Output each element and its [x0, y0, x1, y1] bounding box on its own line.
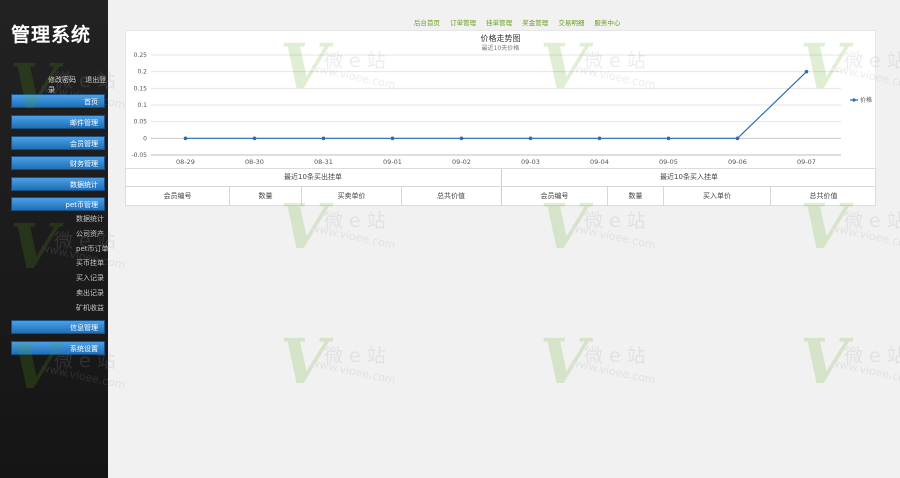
y-tick-label: 0 [143, 135, 147, 142]
sidebar: 管理系统 修改密码 退出登录 首页 邮件管理 会员管理 财务管理 数据统计 pe… [0, 0, 109, 478]
buy-orders-header: 会员编号 数量 买入单价 总共价值 [502, 187, 876, 205]
x-tick-label: 09-03 [521, 158, 540, 166]
change-password-link[interactable]: 修改密码 [48, 76, 76, 84]
nav-item[interactable]: 交易明细 [558, 19, 584, 27]
nav-item[interactable]: 服务中心 [594, 19, 620, 27]
nav-item[interactable]: 奖金管理 [522, 19, 548, 27]
x-tick-label: 08-29 [176, 158, 195, 166]
x-tick-label: 09-07 [797, 158, 816, 166]
submenu-item[interactable]: 卖出记录 [76, 288, 104, 303]
menu-pet-coin[interactable]: pet币管理 [11, 197, 105, 211]
data-point [390, 136, 395, 141]
menu-settings[interactable]: 系统设置 [11, 341, 105, 355]
column-header: 买入单价 [664, 187, 771, 205]
x-tick-label: 09-05 [659, 158, 678, 166]
nav-item[interactable]: 订单管理 [450, 19, 476, 27]
submenu-item[interactable]: 买币挂单 [76, 258, 104, 273]
sell-orders-header: 会员编号 数量 买卖单价 总共价值 [126, 187, 500, 205]
price-line-chart: 0.25 0.2 0.15 0.1 0.05 0 -0.05 08-29 08-30 08-31 0… [131, 52, 872, 166]
legend-marker [852, 98, 856, 102]
top-nav: 后台首页 订单管理 挂单管理 奖金管理 交易明细 服务中心 [414, 17, 628, 27]
data-point [252, 136, 257, 141]
y-tick-label: 0.2 [137, 69, 147, 76]
x-tick-label: 08-31 [314, 158, 333, 166]
legend-label: 价格 [860, 96, 872, 104]
y-tick-label: 0.15 [134, 85, 148, 92]
orders-table-card: 最近10条买出挂单 会员编号 数量 买卖单价 总共价值 最近10条买入挂单 会员… [125, 168, 876, 206]
menu-mail[interactable]: 邮件管理 [11, 115, 105, 129]
column-header: 会员编号 [126, 187, 230, 205]
y-tick-label: 0.05 [134, 119, 148, 126]
menu-statistics[interactable]: 数据统计 [11, 177, 105, 191]
data-point [183, 136, 188, 141]
data-point [597, 136, 602, 141]
column-header: 数量 [230, 187, 302, 205]
nav-item[interactable]: 挂单管理 [486, 19, 512, 27]
data-point [528, 136, 533, 141]
y-tick-label: -0.05 [131, 152, 147, 159]
x-tick-label: 09-04 [590, 158, 609, 166]
menu-home[interactable]: 首页 [11, 94, 105, 108]
column-header: 总共价值 [809, 192, 838, 200]
menu-finance[interactable]: 财务管理 [11, 156, 105, 170]
sell-orders-panel: 最近10条买出挂单 会员编号 数量 买卖单价 总共价值 [126, 169, 500, 205]
submenu-item[interactable]: 买入记录 [76, 273, 104, 288]
menu-info[interactable]: 信息管理 [11, 320, 105, 334]
pet-coin-submenu: 数据统计 公司资产 pet币订单 买币挂单 买入记录 卖出记录 矿机收益 [76, 214, 109, 318]
data-point [735, 136, 740, 141]
column-header: 会员编号 [502, 187, 608, 205]
x-tick-label: 08-30 [245, 158, 264, 166]
data-point [804, 69, 809, 74]
column-header: 买卖单价 [302, 187, 402, 205]
column-header: 数量 [608, 187, 664, 205]
nav-item[interactable]: 后台首页 [414, 19, 440, 27]
column-header: 总共价值 [437, 192, 465, 200]
menu-members[interactable]: 会员管理 [11, 136, 105, 150]
x-tick-label: 09-06 [728, 158, 747, 166]
submenu-item[interactable]: 公司资产 [76, 229, 104, 244]
data-point [459, 136, 464, 141]
y-tick-label: 0.25 [134, 52, 148, 59]
submenu-item[interactable]: pet币订单 [76, 244, 109, 259]
sell-orders-caption: 最近10条买出挂单 [126, 169, 500, 187]
buy-orders-caption: 最近10条买入挂单 [502, 169, 876, 187]
user-links: 修改密码 退出登录 [48, 75, 108, 95]
data-point [321, 136, 326, 141]
y-tick-label: 0.1 [137, 102, 147, 109]
app-title: 管理系统 [11, 24, 92, 46]
data-point [666, 136, 671, 141]
submenu-item[interactable]: 矿机收益 [76, 303, 104, 318]
buy-orders-panel: 最近10条买入挂单 会员编号 数量 买入单价 总共价值 [501, 169, 876, 205]
price-chart-card: 价格走势图 最近10天价格 0.25 0.2 0.15 0.1 0.05 0 -0.05 08… [125, 30, 876, 170]
x-tick-label: 09-02 [452, 158, 471, 166]
x-tick-label: 09-01 [383, 158, 402, 166]
submenu-item[interactable]: 数据统计 [76, 214, 104, 229]
